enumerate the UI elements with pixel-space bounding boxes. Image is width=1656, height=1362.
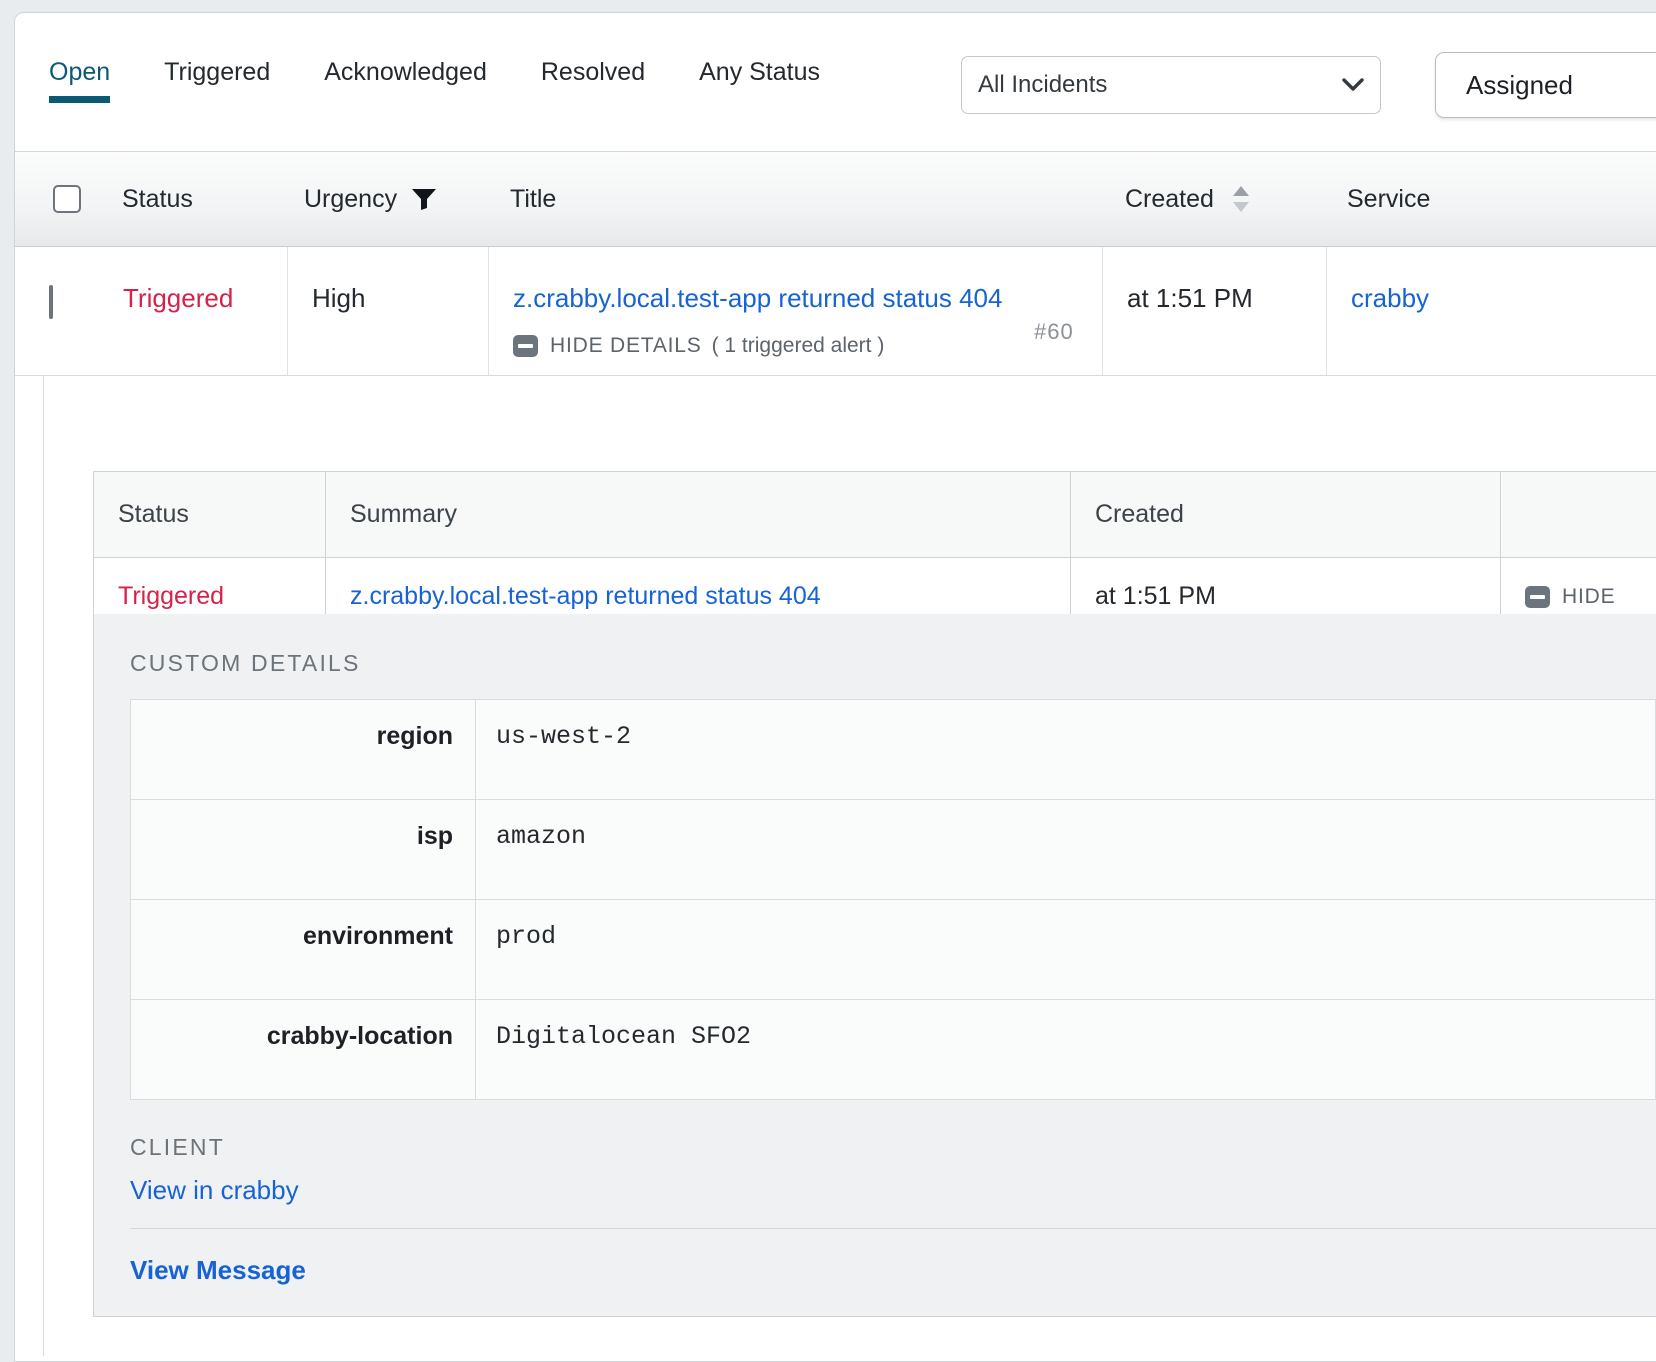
header-title[interactable]: Title — [510, 152, 556, 246]
detail-left-rail — [15, 376, 44, 1356]
app-root: Open Triggered Acknowledged Resolved Any… — [0, 0, 1656, 1362]
chevron-down-icon — [1342, 78, 1364, 92]
custom-detail-row: crabby-location Digitalocean SFO2 — [130, 999, 1656, 1100]
alerts-header-actions — [1500, 471, 1656, 558]
incident-filter-value: All Incidents — [978, 71, 1108, 98]
header-urgency[interactable]: Urgency — [304, 152, 437, 246]
tab-acknowledged-label: Acknowledged — [324, 58, 487, 86]
alerts-header-row: Status Summary Created — [93, 471, 1656, 558]
tab-resolved[interactable]: Resolved — [541, 57, 645, 103]
created-value: at 1:51 PM — [1127, 283, 1253, 313]
custom-details-panel: CUSTOM DETAILS region us-west-2 isp amaz… — [93, 614, 1656, 1317]
header-service-label: Service — [1347, 184, 1431, 213]
row-created-cell: at 1:51 PM — [1103, 247, 1327, 375]
incident-title-link[interactable]: z.crabby.local.test-app returned status … — [513, 283, 1002, 313]
header-status-label: Status — [122, 184, 193, 213]
tab-triggered[interactable]: Triggered — [164, 57, 270, 103]
incidents-table-header: Status Urgency Title Created Service — [15, 152, 1656, 247]
minus-square-icon — [513, 335, 538, 357]
triggered-alert-count: ( 1 triggered alert ) — [711, 334, 885, 357]
custom-details-table: region us-west-2 isp amazon environment … — [130, 699, 1656, 1100]
incident-detail-region: Status Summary Created Triggered z.crabb… — [15, 376, 1656, 1356]
custom-detail-value: Digitalocean SFO2 — [475, 999, 1656, 1100]
tab-open-label: Open — [49, 58, 111, 86]
urgency-value: High — [312, 283, 366, 313]
custom-details-heading: CUSTOM DETAILS — [130, 650, 361, 676]
header-created-label: Created — [1125, 184, 1214, 213]
tab-any-status[interactable]: Any Status — [699, 57, 820, 103]
custom-detail-value: prod — [475, 899, 1656, 1000]
alerts-table: Status Summary Created Triggered z.crabb… — [93, 471, 1656, 636]
incidents-toolbar: Open Triggered Acknowledged Resolved Any… — [15, 13, 1656, 152]
tab-any-status-label: Any Status — [699, 58, 821, 86]
sort-icon[interactable] — [1214, 184, 1252, 214]
checkbox-icon[interactable] — [49, 285, 53, 319]
alert-created-value: at 1:51 PM — [1095, 582, 1216, 610]
status-tab-bar: Open Triggered Acknowledged Resolved Any… — [49, 57, 874, 103]
row-service-cell: crabby — [1327, 247, 1656, 375]
checkbox-icon[interactable] — [53, 185, 81, 213]
alerts-header-created[interactable]: Created — [1070, 471, 1501, 558]
alerts-header-status[interactable]: Status — [93, 471, 326, 558]
service-link[interactable]: crabby — [1351, 283, 1429, 313]
view-in-crabby-link[interactable]: View in crabby — [130, 1175, 299, 1206]
alerts-header-summary[interactable]: Summary — [325, 471, 1071, 558]
incidents-card: Open Triggered Acknowledged Resolved Any… — [14, 12, 1656, 1362]
incident-number: #60 — [1034, 319, 1074, 344]
custom-detail-row: isp amazon — [130, 799, 1656, 900]
detail-divider — [130, 1228, 1656, 1229]
alert-hide-label: HIDE — [1562, 584, 1616, 608]
tab-open[interactable]: Open — [49, 57, 111, 103]
header-created[interactable]: Created — [1125, 152, 1252, 246]
minus-square-icon — [1525, 585, 1550, 608]
alert-status-badge: Triggered — [118, 582, 225, 610]
row-select-cell[interactable] — [15, 247, 99, 375]
header-status[interactable]: Status — [122, 152, 193, 246]
hide-details-label: HIDE DETAILS — [550, 334, 702, 357]
header-service[interactable]: Service — [1347, 152, 1430, 246]
incident-filter-select[interactable]: All Incidents — [961, 56, 1381, 114]
filter-icon[interactable] — [397, 187, 437, 211]
row-status-cell: Triggered — [99, 247, 288, 375]
hide-details-toggle[interactable]: HIDE DETAILS ( 1 triggered alert ) — [513, 334, 1102, 358]
tab-triggered-label: Triggered — [164, 58, 271, 86]
custom-detail-row: environment prod — [130, 899, 1656, 1000]
custom-detail-key: crabby-location — [130, 999, 476, 1100]
header-select-all[interactable] — [53, 152, 81, 246]
header-urgency-label: Urgency — [304, 184, 398, 213]
custom-detail-key: environment — [130, 899, 476, 1000]
row-title-cell: z.crabby.local.test-app returned status … — [489, 247, 1103, 375]
assigned-to-button-label: Assigned — [1466, 69, 1573, 100]
tab-resolved-label: Resolved — [540, 58, 646, 86]
client-heading: CLIENT — [130, 1134, 225, 1160]
table-row[interactable]: Triggered High z.crabby.local.test-app r… — [15, 247, 1656, 376]
custom-detail-row: region us-west-2 — [130, 699, 1656, 800]
incident-filter-select-wrap: All Incidents — [961, 56, 1381, 114]
custom-detail-key: isp — [130, 799, 476, 900]
custom-detail-value: us-west-2 — [475, 699, 1656, 800]
tab-acknowledged[interactable]: Acknowledged — [324, 57, 487, 103]
status-badge: Triggered — [123, 283, 234, 313]
header-title-label: Title — [510, 184, 557, 213]
custom-detail-value: amazon — [475, 799, 1656, 900]
row-urgency-cell: High — [288, 247, 489, 375]
alert-hide-toggle[interactable]: HIDE — [1525, 585, 1656, 609]
assigned-to-button[interactable]: Assigned — [1435, 52, 1656, 118]
alert-summary-link[interactable]: z.crabby.local.test-app returned status … — [350, 582, 821, 610]
custom-detail-key: region — [130, 699, 476, 800]
view-message-link[interactable]: View Message — [130, 1255, 306, 1286]
